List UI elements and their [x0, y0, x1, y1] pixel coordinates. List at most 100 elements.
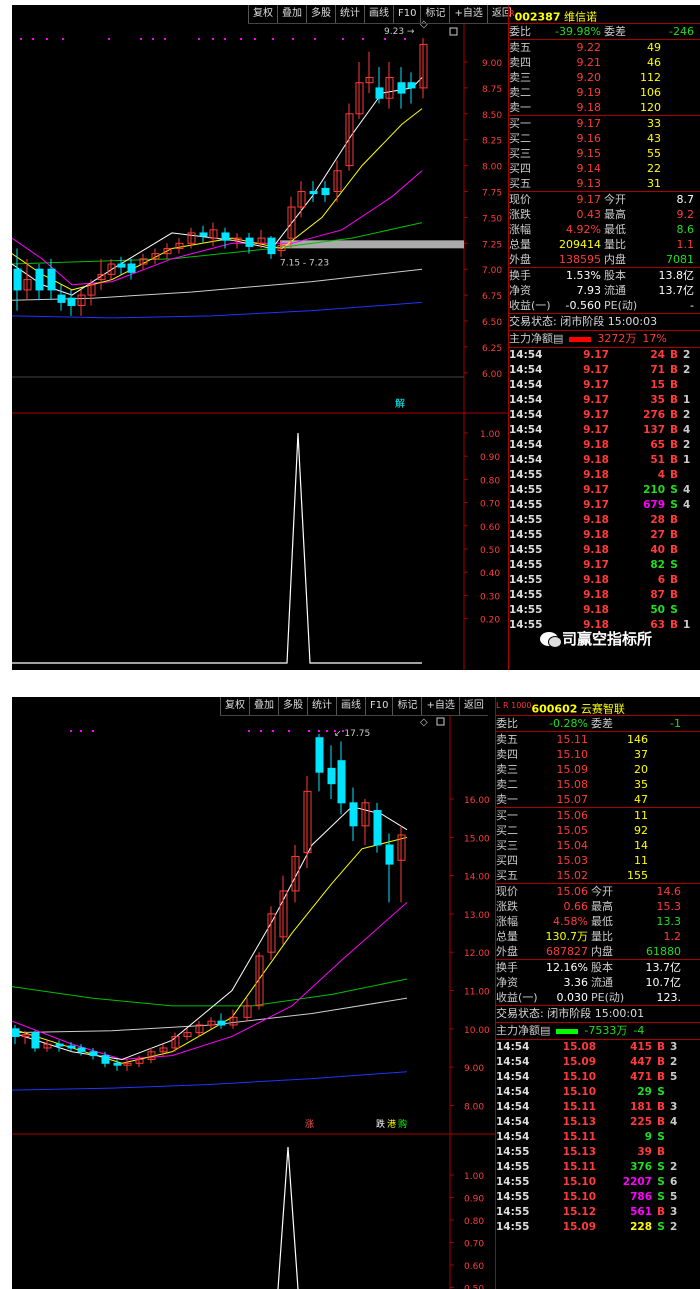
toolbar-fuquan-button[interactable]: 复权: [220, 697, 249, 715]
signal-label: 购: [398, 1118, 407, 1130]
row-value: 9.15: [576, 147, 602, 160]
row-label: 卖五: [509, 41, 531, 54]
signal-dot: [288, 730, 290, 732]
row-value: 9.21: [576, 56, 602, 69]
row-value2: 33: [647, 117, 661, 130]
toolbar-tongji-button[interactable]: 统计: [307, 697, 336, 715]
toolbar-diejia-button[interactable]: 叠加: [249, 697, 278, 715]
row-value2: 120: [640, 101, 661, 114]
toolbar-biaoji-button[interactable]: 标记: [392, 697, 421, 715]
tick-row: 14:55 9.17 82 S: [509, 558, 700, 573]
candle-down: [35, 268, 44, 291]
ind-tick-label: 0.80: [480, 476, 500, 486]
row-value: 138595: [559, 253, 601, 266]
price-tick-label: 7.00: [482, 266, 502, 276]
row-label: 卖四: [509, 56, 531, 69]
stock-code[interactable]: 002387: [515, 11, 561, 24]
row-label: 买三: [509, 147, 531, 160]
candle-down: [217, 1020, 226, 1026]
row-value2: -246: [669, 25, 694, 38]
candle-down: [407, 82, 416, 89]
tick-count: 5: [670, 1191, 678, 1203]
price-tick-label: 9.00: [482, 59, 502, 69]
ask-level-row: 卖三 9.20 112: [509, 70, 700, 85]
stock-name[interactable]: 维信诺: [564, 11, 597, 24]
signal-dot: [260, 730, 262, 732]
signal-dot: [272, 730, 274, 732]
stat-row: 净资 7.93 流通 13.7亿: [509, 283, 700, 298]
row-value2: 8.6: [676, 223, 695, 236]
range-label: 7.15 - 7.23: [280, 259, 329, 269]
candle-down: [57, 294, 66, 303]
stock-name[interactable]: 云赛智联: [581, 703, 625, 716]
ind-tick-label: 0.80: [464, 1217, 484, 1227]
toolbar-huaxian-button[interactable]: 画线: [364, 5, 393, 23]
toolbar-duogu-button[interactable]: 多股: [278, 697, 307, 715]
row-value: 15.03: [556, 854, 589, 867]
main-flow-row: 主力净额 ▤ -7533万 -4: [496, 1023, 700, 1040]
stat-row: 外盘 687827 内盘 61880: [496, 944, 700, 960]
tick-time: 14:54: [509, 349, 543, 361]
row-label: 外盘: [509, 253, 531, 266]
row-value: 15.04: [556, 839, 589, 852]
toolbar-fuquan-button[interactable]: 复权: [248, 5, 277, 23]
wechat-icon: [540, 631, 562, 648]
toolbar-duogu-button[interactable]: 多股: [306, 5, 335, 23]
candle-down: [327, 767, 336, 785]
kline-chart-1[interactable]: 9.00 8.75 8.50 8.25 8.00 7.75 7.50 7.25 7.00 6.75…: [12, 5, 508, 670]
tick-price: 15.13: [562, 1146, 596, 1158]
signal-dot: [62, 38, 64, 40]
ask-level-row: 卖一 9.18 120: [509, 100, 700, 116]
toolbar-biaoji-button[interactable]: 标记: [420, 5, 449, 23]
flow-value: 3272万: [597, 332, 637, 345]
price-tick-label: 14.00: [464, 873, 490, 883]
signal-dot: [80, 730, 82, 732]
row-label: 买二: [509, 132, 531, 145]
row-value2: 1.2: [663, 930, 682, 943]
row-value: 15.10: [556, 748, 589, 761]
toolbar-f10-button[interactable]: F10: [393, 5, 420, 23]
tick-volume: 24: [650, 349, 665, 361]
row-value2: 47: [634, 793, 648, 806]
tick-row: 14:55 15.11 376 S 2: [496, 1160, 700, 1175]
row-label: 卖三: [496, 763, 518, 776]
price-tick-label: 6.00: [482, 370, 502, 380]
tick-price: 9.18: [583, 469, 609, 481]
toolbar-diejia-button[interactable]: 叠加: [277, 5, 306, 23]
tick-count: [670, 1130, 686, 1145]
tick-row: 14:55 15.09 228 S 2: [496, 1220, 700, 1235]
tick-side: S: [657, 1176, 665, 1188]
row-value2: 35: [634, 778, 648, 791]
flow-pct: -4: [633, 1024, 645, 1037]
tick-count: 3: [670, 1206, 678, 1218]
toolbar-zixuan-button[interactable]: +自选: [449, 5, 486, 23]
tick-side: B: [656, 1116, 665, 1128]
stock-code[interactable]: 600602: [531, 703, 577, 716]
toolbar-huaxian-button[interactable]: 画线: [336, 697, 365, 715]
row-value2: 37: [634, 748, 648, 761]
signal-dot: [152, 38, 154, 40]
tick-price: 15.11: [562, 1101, 596, 1113]
row-value2: 7081: [666, 253, 694, 266]
chart-toolbar-2: 复权 叠加 多股 统计 画线 F10 标记 +自选 返回: [220, 697, 488, 716]
price-tick-label: 8.50: [482, 111, 502, 121]
tick-side: B: [656, 1071, 665, 1083]
candle-down: [385, 844, 394, 865]
row-label: 收益(一): [509, 299, 551, 312]
tick-count: [670, 1085, 686, 1100]
toolbar-fanhui-button[interactable]: 返回: [458, 697, 488, 715]
tick-volume: 15: [650, 379, 665, 391]
kline-chart-2[interactable]: 16.00 15.00 14.00 13.00 12.00 11.00 10.00 9.00 8…: [12, 697, 495, 1289]
tick-price: 9.18: [583, 589, 609, 601]
toolbar-f10-button[interactable]: F10: [365, 697, 392, 715]
ask-level-row: 卖二 15.08 35: [496, 777, 700, 792]
tick-row: 14:54 9.17 137 B 4: [509, 423, 700, 438]
tick-volume: 415: [630, 1041, 652, 1053]
toolbar-zixuan-button[interactable]: +自选: [421, 697, 458, 715]
toolbar-tongji-button[interactable]: 统计: [335, 5, 364, 23]
tick-time: 14:55: [509, 589, 543, 601]
tick-row: 14:54 9.17 15 B: [509, 378, 700, 393]
candle-down: [267, 237, 276, 255]
ask-level-row: 卖三 15.09 20: [496, 762, 700, 777]
row-value2: 13.3: [656, 915, 682, 928]
